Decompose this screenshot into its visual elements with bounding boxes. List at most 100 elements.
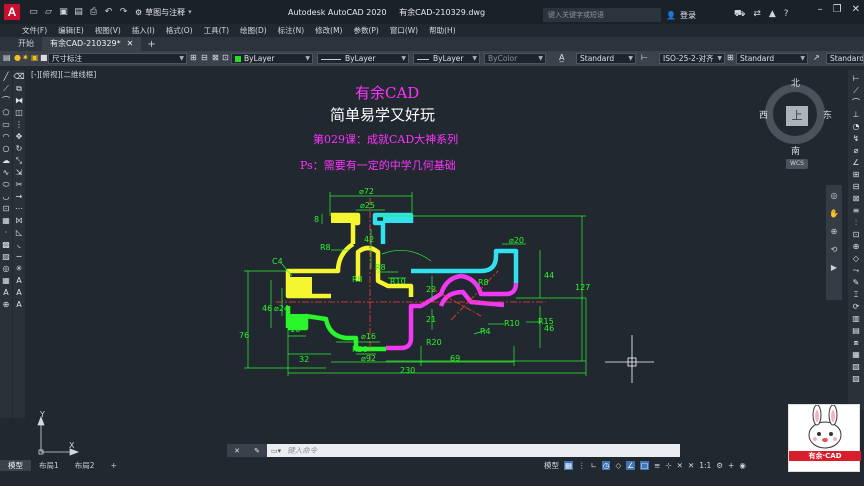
search-input[interactable]: 键入关键字或短语 bbox=[543, 8, 661, 22]
dim-edit-icon[interactable]: ✎ bbox=[853, 278, 860, 287]
open-file-icon[interactable]: ▱ bbox=[43, 7, 54, 18]
snap-icon[interactable]: ⋮ bbox=[578, 461, 586, 470]
command-input[interactable]: 键入命令 bbox=[281, 445, 317, 456]
jogged-linear-icon[interactable]: ⤳ bbox=[853, 266, 859, 275]
dim-reassoc-icon[interactable]: ⧈ bbox=[853, 338, 858, 347]
compass-north[interactable]: 北 bbox=[791, 76, 800, 89]
menu-format[interactable]: 格式(O) bbox=[166, 25, 193, 37]
text-a-icon[interactable]: A bbox=[16, 276, 21, 285]
ellipse-icon[interactable]: ⬭ bbox=[3, 180, 10, 189]
make-current-icon[interactable]: ⊞ bbox=[190, 53, 197, 62]
polygon-icon[interactable]: ⬠ bbox=[3, 108, 10, 117]
trim-icon[interactable]: ✂ bbox=[16, 180, 23, 189]
multileader-style-dropdown[interactable]: Standard bbox=[826, 53, 864, 64]
new-tab-button[interactable]: + bbox=[147, 39, 155, 50]
revision-cloud-icon[interactable]: ☁ bbox=[2, 156, 10, 165]
close-icon[interactable]: ✕ bbox=[852, 4, 860, 15]
erase-icon[interactable]: ⌫ bbox=[13, 72, 24, 81]
chamfer-icon[interactable]: ◺ bbox=[16, 228, 22, 237]
polyline-icon[interactable]: ⌒ bbox=[2, 96, 10, 105]
menu-file[interactable]: 文件(F) bbox=[22, 25, 47, 37]
tab-model[interactable]: 模型 bbox=[0, 460, 31, 471]
workspace-gear-icon[interactable]: ⚙ bbox=[716, 461, 723, 470]
command-history-icon[interactable]: ▭▾ bbox=[267, 447, 281, 455]
menu-window[interactable]: 窗口(W) bbox=[390, 25, 418, 37]
compass-east[interactable]: 东 bbox=[823, 108, 832, 121]
plus-icon[interactable]: + bbox=[728, 461, 734, 470]
restore-icon[interactable]: ❐ bbox=[833, 4, 842, 15]
viewcube[interactable]: 上 北 南 西 东 bbox=[759, 79, 832, 157]
steering-wheel-icon[interactable]: ◎ bbox=[831, 191, 838, 200]
aligned-dim-icon[interactable]: ⟋ bbox=[853, 86, 859, 95]
dim-text-edit-icon[interactable]: ⌶ bbox=[854, 290, 859, 299]
arc-length-icon[interactable]: ⌒ bbox=[852, 98, 860, 107]
isolate-icon[interactable]: ◉ bbox=[739, 461, 746, 470]
dim-iso-icon[interactable]: ▦ bbox=[852, 350, 860, 359]
model-space-toggle[interactable]: 模型 bbox=[544, 460, 559, 471]
triangle-icon[interactable]: ▲ bbox=[769, 9, 776, 20]
wrench-icon[interactable]: ✎ bbox=[254, 447, 260, 455]
undo-icon[interactable]: ↶ bbox=[103, 7, 114, 18]
spline-icon[interactable]: ∿ bbox=[3, 168, 10, 177]
exchange-icon[interactable]: ⇄ bbox=[753, 9, 761, 20]
polar-icon[interactable]: ◷ bbox=[601, 461, 611, 470]
angular-dim-icon[interactable]: ∠ bbox=[852, 158, 859, 167]
tab-layout2[interactable]: 布局2 bbox=[67, 460, 103, 471]
copy-icon[interactable]: ⧉ bbox=[16, 84, 22, 93]
dim-extra-icon[interactable]: ▧ bbox=[852, 362, 860, 371]
cart-icon[interactable]: ⛟ bbox=[734, 9, 745, 20]
jogged-icon[interactable]: ↯ bbox=[853, 134, 860, 143]
osnap-icon[interactable]: □ bbox=[639, 461, 650, 470]
ortho-icon[interactable]: ∟ bbox=[591, 461, 597, 470]
color-dropdown[interactable]: ByLayer ▼ bbox=[231, 53, 313, 64]
fillet-icon[interactable]: ◟ bbox=[17, 240, 20, 249]
menu-dimension[interactable]: 标注(N) bbox=[278, 25, 304, 37]
save-icon[interactable]: ▣ bbox=[58, 7, 69, 18]
table-style-dropdown[interactable]: Standard ▼ bbox=[736, 53, 808, 64]
insert-block-icon[interactable]: ⊡ bbox=[3, 204, 10, 213]
point-icon[interactable]: · bbox=[5, 228, 8, 237]
minimize-icon[interactable]: – bbox=[818, 4, 823, 15]
scale-icon[interactable]: ⤡ bbox=[16, 156, 22, 165]
stretch-icon[interactable]: ⇲ bbox=[16, 168, 23, 177]
gradient-icon[interactable]: ▨ bbox=[2, 252, 10, 261]
line-icon[interactable]: ╱ bbox=[4, 72, 9, 81]
compass-south[interactable]: 南 bbox=[791, 144, 800, 157]
make-block-icon[interactable]: ▦ bbox=[2, 216, 10, 225]
menu-tools[interactable]: 工具(T) bbox=[204, 25, 229, 37]
dim-update-icon[interactable]: ⟳ bbox=[853, 302, 860, 311]
plotstyle-dropdown[interactable]: ByColor ▼ bbox=[484, 53, 546, 64]
menu-edit[interactable]: 编辑(E) bbox=[58, 25, 84, 37]
rectangle-icon[interactable]: ▭ bbox=[2, 120, 10, 129]
quick-dim-icon[interactable]: ⊞ bbox=[853, 170, 860, 179]
menu-modify[interactable]: 修改(M) bbox=[315, 25, 342, 37]
menu-help[interactable]: 帮助(H) bbox=[429, 25, 456, 37]
lightbulb-icon[interactable]: ● bbox=[14, 53, 21, 62]
zoom-icon[interactable]: ⊕ bbox=[831, 227, 838, 236]
dim-space-icon[interactable]: ≡ bbox=[853, 206, 860, 215]
close-icon[interactable]: ✕ bbox=[234, 447, 240, 455]
layer-previous-icon[interactable]: ⊠ bbox=[212, 53, 219, 62]
viewcube-top-face[interactable]: 上 bbox=[786, 106, 808, 126]
extend-icon[interactable]: → bbox=[16, 192, 23, 201]
redo-icon[interactable]: ↷ bbox=[118, 7, 129, 18]
wcs-menu[interactable]: WCS bbox=[786, 159, 808, 169]
hatch-icon[interactable]: ▩ bbox=[2, 240, 10, 249]
center-mark-icon[interactable]: ⊕ bbox=[853, 242, 860, 251]
workspace-switcher[interactable]: ⚙ 草图与注释 ▾ bbox=[135, 7, 192, 18]
match-layer-icon[interactable]: ⊟ bbox=[201, 53, 208, 62]
mtext-icon[interactable]: A bbox=[3, 288, 8, 297]
menu-insert[interactable]: 插入(I) bbox=[132, 25, 155, 37]
move-icon[interactable]: ✥ bbox=[16, 132, 23, 141]
menu-parametric[interactable]: 参数(P) bbox=[353, 25, 378, 37]
menu-view[interactable]: 视图(V) bbox=[95, 25, 121, 37]
lineweight-toggle-icon[interactable]: ≡ bbox=[654, 461, 660, 470]
osnap-tracking-icon[interactable]: ∠ bbox=[626, 461, 635, 470]
isodraft-icon[interactable]: ◇ bbox=[615, 461, 621, 470]
region-icon[interactable]: ◎ bbox=[3, 264, 10, 273]
login-button[interactable]: 👤 登录 bbox=[666, 10, 696, 21]
close-icon[interactable]: ✕ bbox=[127, 37, 134, 51]
annotation-visibility-icon[interactable]: ✕ bbox=[688, 461, 694, 470]
ellipse-arc-icon[interactable]: ◡ bbox=[3, 192, 10, 201]
linetype-dropdown[interactable]: ByLayer ▼ bbox=[317, 53, 409, 64]
